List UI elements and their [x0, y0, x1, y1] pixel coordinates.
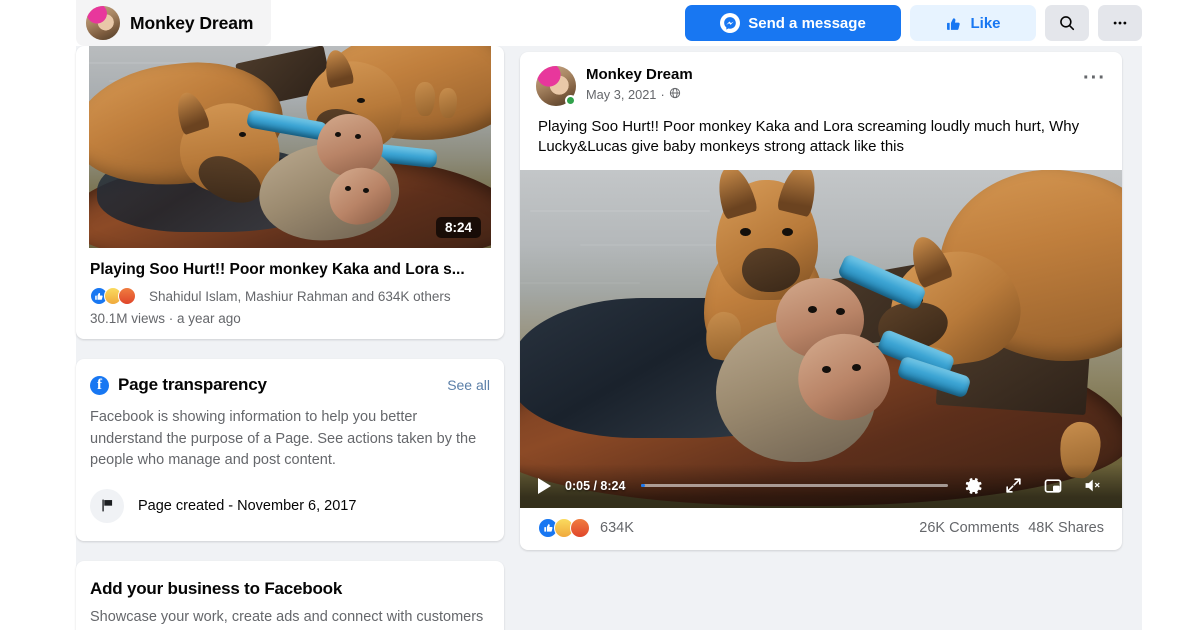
more-options-button[interactable]: [1098, 5, 1142, 41]
video-scrubber[interactable]: [641, 484, 948, 488]
expand-icon[interactable]: [1004, 476, 1023, 495]
page-transparency-body: Facebook is showing information to help …: [90, 409, 477, 469]
post-meta: May 3, 2021 ·: [586, 87, 693, 102]
angry-reaction-icon: [118, 287, 136, 306]
reaction-icons: [90, 287, 136, 306]
thumbs-up-icon: [945, 15, 962, 32]
meta-separator: ·: [660, 86, 665, 102]
facebook-page-screenshot: 8:24 Playing Soo Hurt!! Poor monkey Kaka…: [0, 0, 1200, 630]
monkey-face-upper: [317, 114, 383, 176]
send-message-label: Send a message: [748, 14, 866, 32]
video-card[interactable]: 8:24 Playing Soo Hurt!! Poor monkey Kaka…: [76, 46, 504, 340]
see-all-link[interactable]: See all: [447, 377, 490, 393]
gear-icon[interactable]: [964, 476, 984, 496]
right-white-gutter: [1142, 46, 1200, 630]
post-more-options-icon[interactable]: ···: [1083, 68, 1106, 88]
main-post-card: Monkey Dream May 3, 2021 · ··· Playing S…: [520, 52, 1122, 550]
avatar-wrapper[interactable]: [536, 66, 576, 106]
post-video-player[interactable]: 0:05 / 8:24: [520, 169, 1122, 508]
video-time-display: 0:05 / 8:24: [565, 478, 626, 493]
search-button[interactable]: [1045, 5, 1089, 41]
post-header: Monkey Dream May 3, 2021 · ···: [520, 52, 1122, 106]
thumbnail-scene: [89, 46, 491, 248]
left-white-gutter: [0, 46, 76, 630]
video-controls-bar: 0:05 / 8:24: [520, 463, 1122, 508]
page-avatar[interactable]: [86, 6, 120, 40]
globe-icon: [669, 87, 681, 102]
post-engagement-counts: 26K Comments 48K Shares: [919, 520, 1104, 536]
page-created-row: Page created - November 6, 2017: [76, 472, 504, 541]
add-business-subtitle: Showcase your work, create ads and conne…: [90, 608, 484, 625]
reaction-names: Shahidul Islam, Mashiur Rahman and 634K …: [149, 288, 451, 304]
play-icon[interactable]: [538, 477, 551, 494]
page-created-label: Page created - November 6, 2017: [138, 497, 357, 514]
page-transparency-card: f Page transparency See all Facebook is …: [76, 359, 504, 541]
post-reaction-count[interactable]: 634K: [600, 520, 634, 536]
avatar-image: [86, 6, 120, 40]
page-identity-pill[interactable]: Monkey Dream: [76, 0, 272, 46]
post-author-name[interactable]: Monkey Dream: [586, 66, 693, 85]
header-action-buttons: Send a message Like: [685, 5, 1142, 41]
sticky-page-header: Monkey Dream Send a message Like: [0, 0, 1200, 46]
page-transparency-title: Page transparency: [118, 375, 267, 395]
post-comments-count[interactable]: 26K Comments: [919, 520, 1019, 536]
flag-icon: [90, 488, 124, 523]
add-business-title: Add your business to Facebook: [90, 578, 343, 598]
views-and-age: 30.1M views · a year ago: [90, 311, 241, 327]
video-thumbnail[interactable]: 8:24: [89, 46, 491, 248]
add-business-card: Add your business to Facebook Showcase y…: [76, 560, 504, 630]
left-column: 8:24 Playing Soo Hurt!! Poor monkey Kaka…: [76, 46, 504, 630]
angry-reaction-icon: [570, 517, 590, 538]
video-reactions-row: Shahidul Islam, Mashiur Rahman and 634K …: [76, 279, 504, 306]
post-text: Playing Soo Hurt!! Poor monkey Kaka and …: [538, 118, 1080, 156]
page-transparency-header: f Page transparency See all: [76, 359, 504, 395]
post-stats-row: 634K 26K Comments 48K Shares: [520, 508, 1122, 550]
right-column: Your going to drown get it out Like Repl…: [520, 0, 1122, 568]
miniplayer-icon[interactable]: [1043, 476, 1063, 496]
video-scene: [520, 169, 1122, 508]
post-date[interactable]: May 3, 2021: [586, 87, 656, 102]
video-controls-right: [964, 476, 1104, 496]
video-progress-fill: [641, 484, 645, 488]
post-reaction-icons[interactable]: [538, 517, 590, 538]
like-button-label: Like: [970, 14, 1001, 32]
video-title[interactable]: Playing Soo Hurt!! Poor monkey Kaka and …: [76, 248, 504, 279]
like-button[interactable]: Like: [910, 5, 1036, 41]
post-header-text: Monkey Dream May 3, 2021 ·: [586, 66, 693, 102]
video-duration-badge: 8:24: [435, 217, 481, 238]
online-status-dot: [565, 95, 576, 106]
search-icon: [1058, 14, 1076, 32]
send-message-button[interactable]: Send a message: [685, 5, 901, 41]
page-title: Monkey Dream: [130, 12, 254, 33]
speaker-muted-icon[interactable]: [1083, 476, 1104, 495]
ellipsis-icon: [1111, 14, 1129, 32]
post-shares-count[interactable]: 48K Shares: [1028, 520, 1104, 536]
messenger-icon: [720, 13, 741, 33]
facebook-logo-icon: f: [90, 375, 109, 395]
